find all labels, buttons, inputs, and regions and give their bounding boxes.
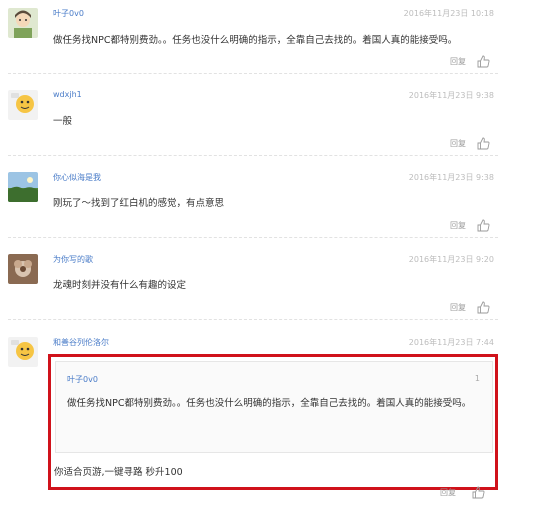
comment-actions: 回复 [450, 54, 490, 68]
comment-item: wdxjh1 2016年11月23日 9:38 一般 回复 [0, 90, 500, 160]
comment-content: 你适合页游,一键寻路 秒升100 [54, 467, 183, 478]
avatar-default-icon[interactable] [8, 90, 38, 120]
comment-item: 为你写的歌 2016年11月23日 9:20 龙魂时刻并没有什么有趣的设定 回复 [0, 254, 500, 324]
comment-content: 做任务找NPC都特别费劲。。任务也没什么明确的指示，全靠自己去找的。着国人真的能… [53, 35, 458, 46]
comment-username[interactable]: 和善谷列伦洛尔 [53, 337, 109, 348]
reply-button[interactable]: 回复 [450, 138, 466, 149]
comment-actions: 回复 [450, 300, 490, 314]
reply-button[interactable]: 回复 [450, 56, 466, 67]
comment-item: 你心似海是我 2016年11月23日 9:38 刚玩了～找到了红白机的感觉，有点… [0, 172, 500, 242]
quoted-floor-number: 1 [474, 374, 480, 383]
comment-actions: 回复 [450, 136, 490, 150]
comment-timestamp: 2016年11月23日 9:20 [408, 255, 494, 264]
comment-username[interactable]: 为你写的歌 [53, 254, 93, 265]
comment-username[interactable]: wdxjh1 [53, 90, 82, 99]
avatar-default-icon[interactable] [8, 337, 38, 367]
reply-button[interactable]: 回复 [450, 220, 466, 231]
thumbs-up-icon[interactable] [477, 219, 490, 232]
comment-actions: 回复 [440, 486, 485, 499]
comment-content: 一般 [53, 116, 73, 127]
avatar-flower-icon[interactable] [8, 254, 38, 284]
comment-username[interactable]: 叶子0v0 [53, 8, 84, 19]
comment-timestamp: 2016年11月23日 10:18 [403, 9, 494, 18]
thumbs-up-icon[interactable] [477, 137, 490, 150]
highlighted-reply-box: 叶子0v0 1 做任务找NPC都特别费劲。。任务也没什么明确的指示，全靠自己去找… [48, 354, 498, 490]
comment-timestamp: 2016年11月23日 9:38 [408, 173, 494, 182]
comment-actions: 回复 [450, 218, 490, 232]
comment-item: 叶子0v0 2016年11月23日 10:18 做任务找NPC都特别费劲。。任务… [0, 8, 500, 78]
comment-divider [8, 237, 498, 238]
comment-timestamp: 2016年11月23日 9:38 [408, 91, 494, 100]
comment-content: 龙魂时刻并没有什么有趣的设定 [53, 280, 187, 291]
quoted-username[interactable]: 叶子0v0 [67, 374, 98, 385]
comment-divider [8, 155, 498, 156]
thumbs-up-icon[interactable] [477, 301, 490, 314]
comment-username[interactable]: 你心似海是我 [53, 172, 101, 183]
thumbs-up-icon[interactable] [472, 486, 485, 499]
comment-divider [8, 73, 498, 74]
comment-divider [8, 319, 498, 320]
quoted-comment: 叶子0v0 1 做任务找NPC都特别费劲。。任务也没什么明确的指示，全靠自己去找… [55, 361, 493, 453]
reply-button[interactable]: 回复 [440, 487, 456, 498]
avatar-cartoon-icon[interactable] [8, 8, 38, 38]
comment-timestamp: 2016年11月23日 7:44 [408, 338, 494, 347]
comment-content: 刚玩了～找到了红白机的感觉，有点意思 [53, 198, 225, 209]
thumbs-up-icon[interactable] [477, 55, 490, 68]
reply-button[interactable]: 回复 [450, 302, 466, 313]
avatar-landscape-icon[interactable] [8, 172, 38, 202]
quoted-content: 做任务找NPC都特别费劲。。任务也没什么明确的指示，全靠自己去找的。着国人真的能… [67, 398, 472, 409]
